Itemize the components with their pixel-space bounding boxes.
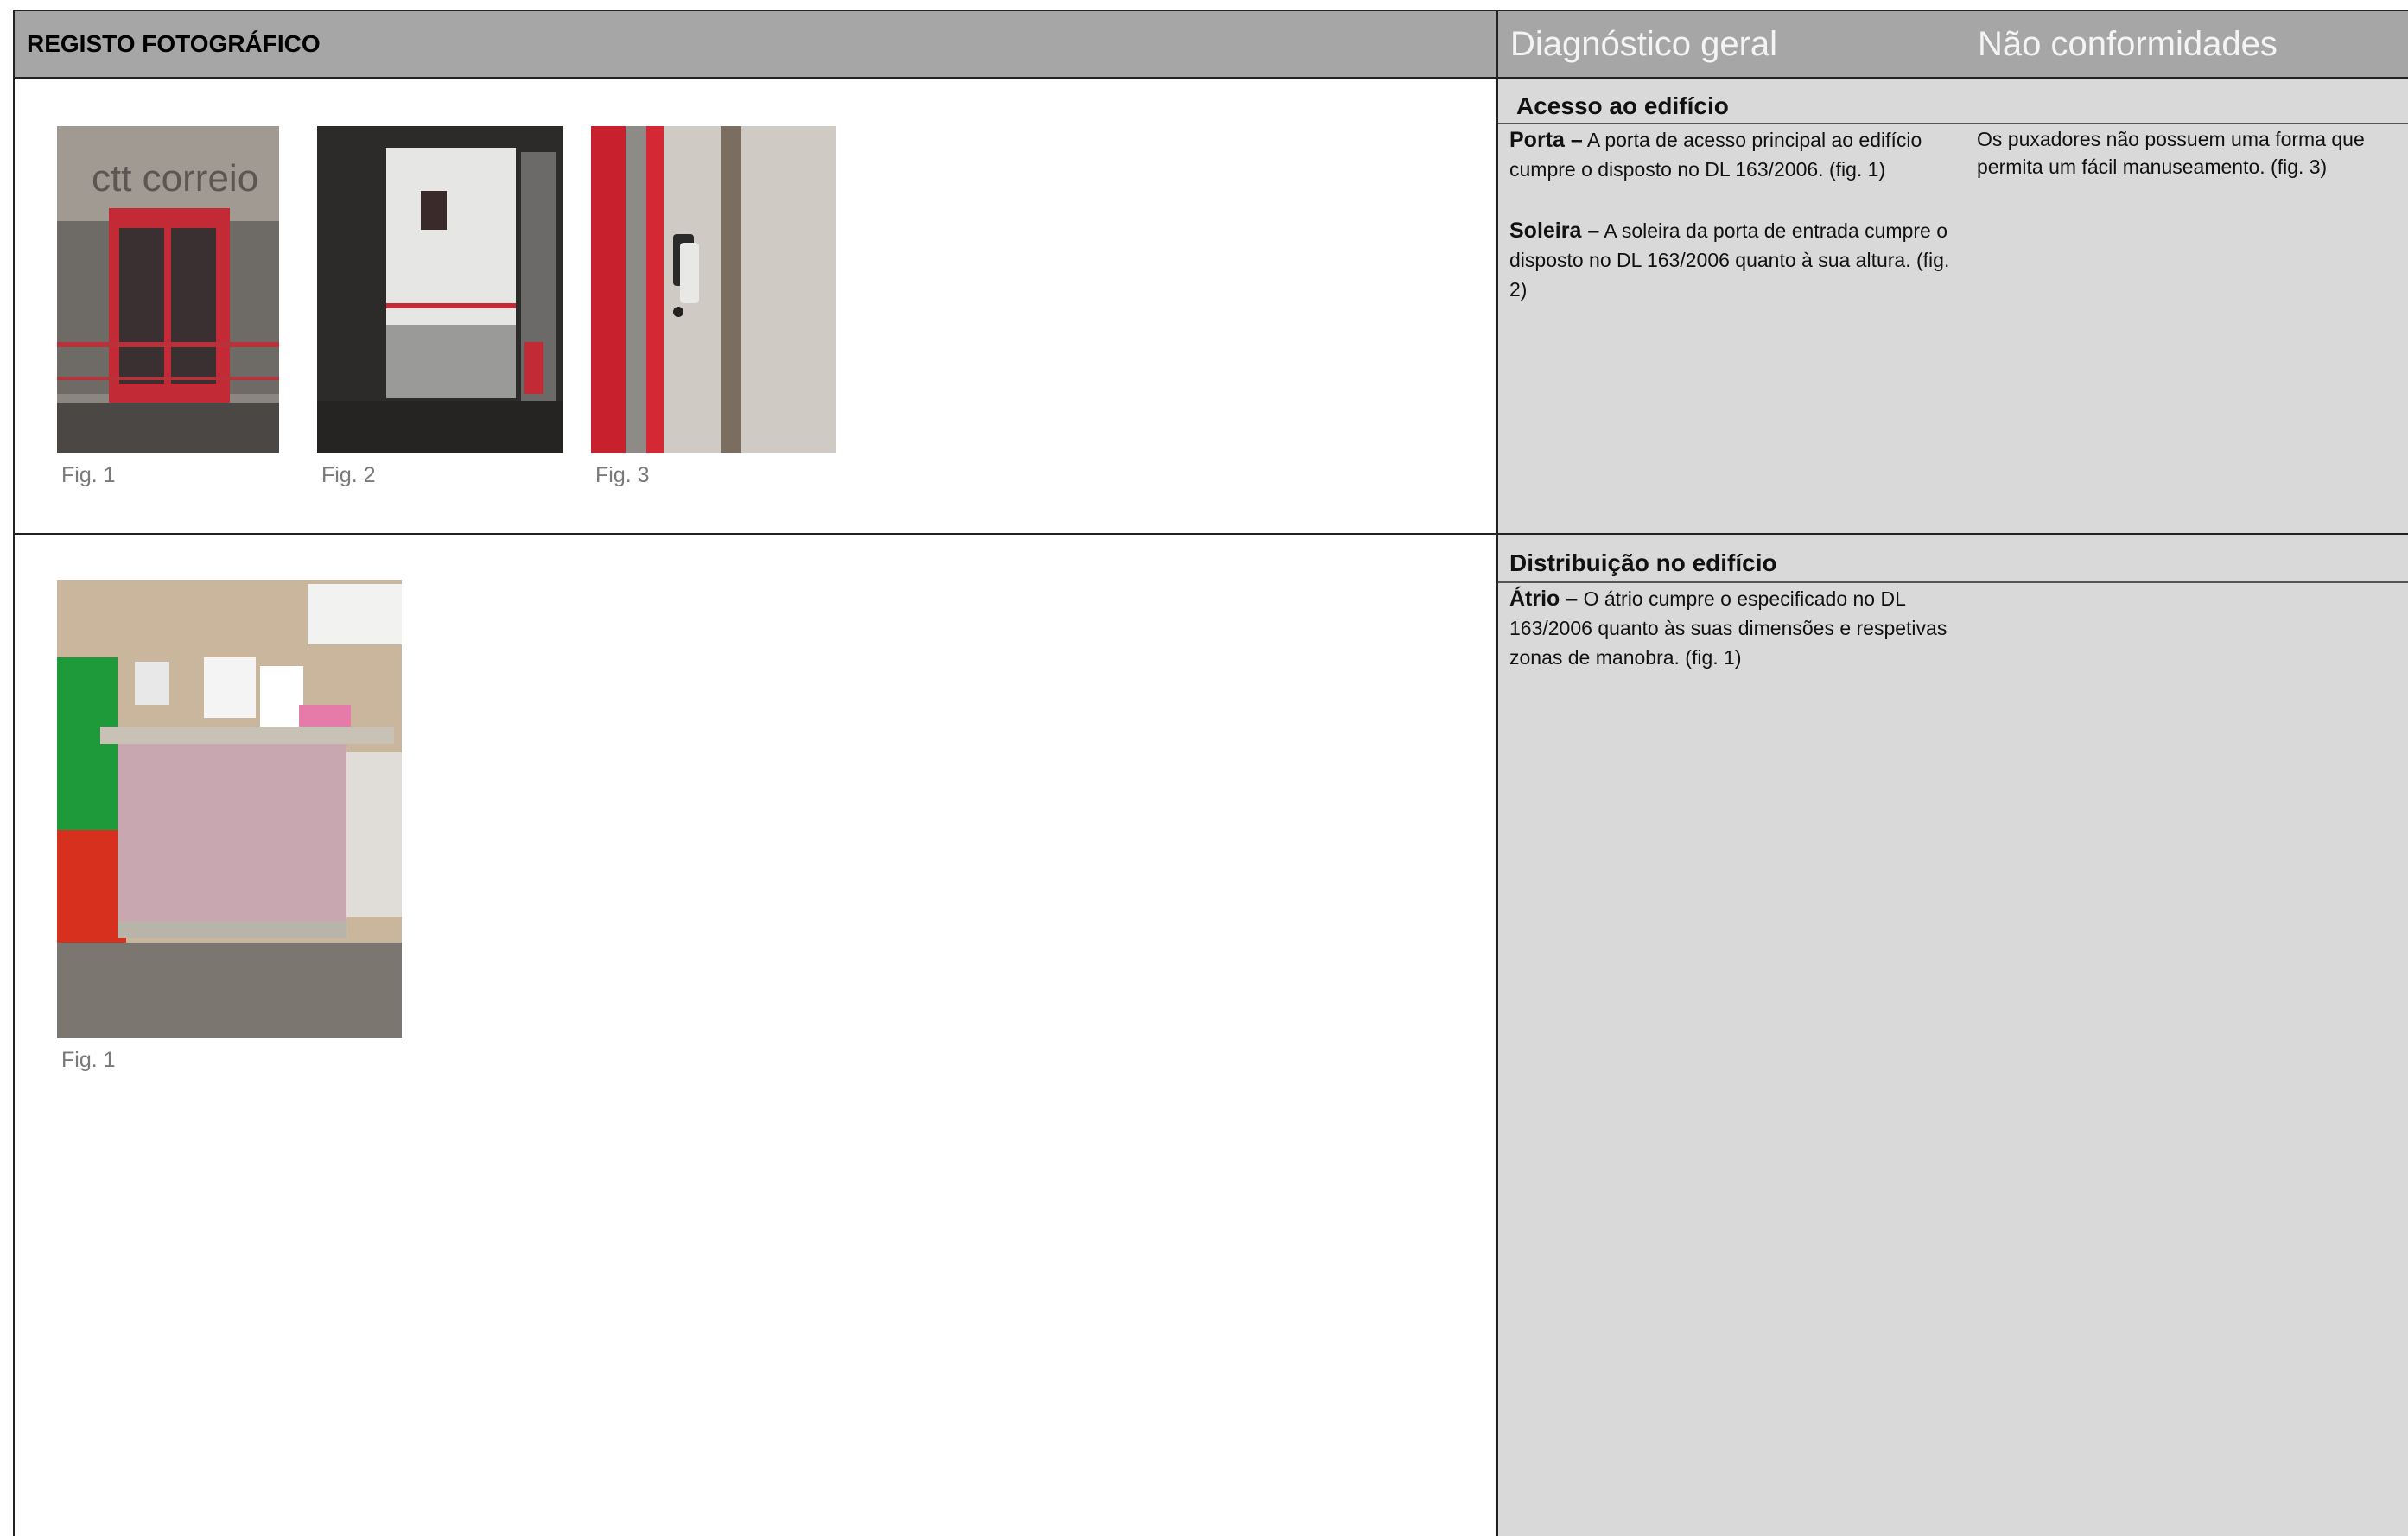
photo-fig1-entrance: ctt correio	[57, 126, 279, 453]
atrio-label: Átrio –	[1509, 587, 1579, 611]
ctt-sign-text: ctt correio	[92, 157, 258, 200]
photo-record-title: REGISTO FOTOGRÁFICO	[27, 30, 321, 57]
photo-fig3-handle	[591, 126, 836, 453]
atrio-diagnosis: Átrio – O átrio cumpre o especificado no…	[1509, 584, 1959, 672]
section-access-title: Acesso ao edifício	[1516, 92, 1729, 119]
fig1-atrium-caption: Fig. 1	[61, 1048, 116, 1072]
nao-conformidade-puxadores: Os puxadores não possuem uma forma que p…	[1977, 128, 2365, 178]
section-distribution-rule	[1498, 581, 2408, 583]
section-divider	[15, 533, 2408, 535]
photo-fig2-threshold	[317, 126, 563, 453]
photo-record-header: REGISTO FOTOGRÁFICO	[15, 11, 1496, 79]
diagnostico-geral-heading: Diagnóstico geral	[1510, 25, 1778, 63]
soleira-label: Soleira –	[1509, 219, 1600, 243]
section-access-rule	[1498, 123, 2408, 124]
diagnosis-header: Diagnóstico geral Não conformidades	[1498, 11, 2408, 79]
fig3-caption: Fig. 3	[595, 463, 650, 487]
section-distribution-title: Distribuição no edifício	[1509, 549, 1777, 576]
fig1-caption: Fig. 1	[61, 463, 116, 487]
fig2-caption: Fig. 2	[321, 463, 376, 487]
soleira-diagnosis: Soleira – A soleira da porta de entrada …	[1509, 216, 1959, 304]
porta-label: Porta –	[1509, 128, 1583, 152]
porta-diagnosis: Porta – A porta de acesso principal ao e…	[1509, 125, 1959, 184]
nao-conformidades-heading: Não conformidades	[1978, 25, 2278, 63]
photo-fig1-atrium	[57, 580, 402, 1038]
